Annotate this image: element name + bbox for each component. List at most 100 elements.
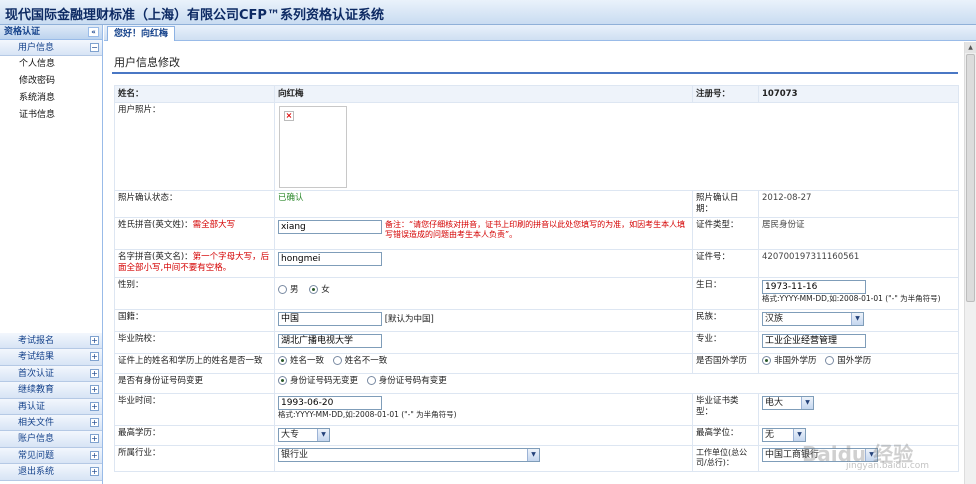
given-name-input[interactable]: hongmei xyxy=(278,252,382,266)
sidebar-item-system-messages[interactable]: 系统消息 xyxy=(0,90,102,107)
id-change-label: 是否有身份证号码变更 xyxy=(114,373,275,394)
sidebar-group-logout[interactable]: 退出系统 + xyxy=(0,464,102,481)
gender-cell: 男 女 xyxy=(274,277,693,310)
surname-note: 备注：“请您仔细核对拼音，证书上印刷的拼音以此处您填写的为准，如因考生本人填写错… xyxy=(385,220,686,239)
form-row-graduation: 毕业时间： 1993-06-20 格式:YYYY-MM-DD,如:2008-01… xyxy=(114,393,959,426)
major-input[interactable]: 工业企业经营管理 xyxy=(762,334,866,348)
abroad-cell: 非国外学历 国外学历 xyxy=(758,353,959,374)
graduation-input[interactable]: 1993-06-20 xyxy=(278,396,382,410)
gender-male-label: 男 xyxy=(290,285,299,295)
photo-label: 用户照片： xyxy=(114,102,275,191)
nationality-input[interactable]: 中国 xyxy=(278,312,382,326)
birthday-input[interactable]: 1973-11-16 xyxy=(762,280,866,294)
plus-icon[interactable]: + xyxy=(90,417,99,427)
form-row-id-change: 是否有身份证号码变更 身份证号码无变更 身份证号码有变更 xyxy=(114,373,959,394)
surname-cell: xiang 备注：“请您仔细核对拼音，证书上印刷的拼音以此处您填写的为准，如因考… xyxy=(274,217,693,250)
plus-icon[interactable]: + xyxy=(90,434,99,444)
graduation-label: 毕业时间： xyxy=(114,393,275,426)
form-row-school: 毕业院校： 湖北广播电视大学 专业： 工业企业经营管理 xyxy=(114,331,959,354)
photo-date-label: 照片确认日期： xyxy=(692,190,759,218)
photo-cell: × xyxy=(274,102,959,191)
sidebar-title-text: 资格认证 xyxy=(4,27,41,37)
minus-icon[interactable]: − xyxy=(90,43,99,52)
id-change-yes-label: 身份证号码有变更 xyxy=(378,376,447,386)
plus-icon[interactable]: + xyxy=(90,385,99,395)
surname-label-cell: 姓氏拼音(英文姓)：需全部大写 xyxy=(114,217,275,250)
id-type-label: 证件类型： xyxy=(692,217,759,250)
sidebar-group-recertification[interactable]: 再认证 + xyxy=(0,398,102,415)
scroll-up-icon[interactable]: ▲ xyxy=(965,42,976,53)
industry-select[interactable]: 银行业 ▼ xyxy=(278,448,540,462)
collapse-icon[interactable]: « xyxy=(88,27,99,37)
id-number-label: 证件号： xyxy=(692,249,759,278)
sidebar-item-personal-info[interactable]: 个人信息 xyxy=(0,56,102,73)
plus-icon[interactable]: + xyxy=(90,368,99,378)
tab-welcome[interactable]: 您好！向红梅 xyxy=(107,26,176,41)
form-row-photo: 用户照片： × xyxy=(114,102,959,191)
gender-female-radio[interactable] xyxy=(309,285,319,294)
given-label: 名字拼音(英文名)： xyxy=(118,252,193,262)
form-row-name: 姓名： 向红梅 注册号： 107073 xyxy=(114,85,959,103)
sidebar-group-exam-registration[interactable]: 考试报名 + xyxy=(0,333,102,350)
degree-label: 最高学位： xyxy=(692,425,759,446)
plus-icon[interactable]: + xyxy=(90,401,99,411)
id-number-value: 420700197311160561 xyxy=(758,249,959,278)
birthday-format-hint: 格式:YYYY-MM-DD,如:2008-01-01 ("-" 为半角符号) xyxy=(762,294,941,303)
consistency-yes-radio[interactable] xyxy=(278,356,287,365)
gender-male-radio[interactable] xyxy=(278,285,287,294)
industry-value: 银行业 xyxy=(281,450,309,460)
id-type-value: 居民身份证 xyxy=(758,217,959,250)
ethnicity-select[interactable]: 汉族 ▼ xyxy=(762,312,864,326)
abroad-label: 是否国外学历 xyxy=(692,353,759,374)
plus-icon[interactable]: + xyxy=(90,467,99,477)
surname-input[interactable]: xiang xyxy=(278,220,382,234)
vertical-scrollbar[interactable]: ▲ xyxy=(964,42,976,484)
sidebar-group-related-documents[interactable]: 相关文件 + xyxy=(0,414,102,432)
abroad-no-radio[interactable] xyxy=(762,356,771,365)
degree-select[interactable]: 无 ▼ xyxy=(762,428,806,442)
consistency-label: 证件上的姓名和学历上的姓名是否一致 xyxy=(114,353,275,374)
sidebar-item-change-password[interactable]: 修改密码 xyxy=(0,73,102,90)
birthday-cell: 1973-11-16 格式:YYYY-MM-DD,如:2008-01-01 ("… xyxy=(758,277,959,310)
page-title: 用户信息修改 xyxy=(114,56,180,69)
registration-label: 注册号： xyxy=(692,85,759,103)
user-info-form: 姓名： 向红梅 注册号： 107073 用户照片： × 照片确认状态： 已确认 … xyxy=(114,85,959,472)
sidebar-group-label: 再认证 xyxy=(18,401,46,412)
employer-label: 工作单位(总公司/总行)： xyxy=(692,445,759,472)
plus-icon[interactable]: + xyxy=(90,352,99,362)
sidebar-item-certificate-info[interactable]: 证书信息 xyxy=(0,107,102,124)
ethnicity-value: 汉族 xyxy=(765,314,784,324)
form-row-gender: 性别： 男 女 生日： 1973-11-16 格式:YYYY-MM-DD,如:2… xyxy=(114,277,959,310)
id-change-no-radio[interactable] xyxy=(278,376,287,385)
sidebar-group-initial-certification[interactable]: 首次认证 + xyxy=(0,365,102,383)
photo-status-label: 照片确认状态： xyxy=(114,190,275,218)
name-value: 向红梅 xyxy=(274,85,693,103)
school-input[interactable]: 湖北广播电视大学 xyxy=(278,334,382,348)
sidebar-group-continuing-education[interactable]: 继续教育 + xyxy=(0,382,102,399)
abroad-yes-radio[interactable] xyxy=(825,356,835,365)
consistency-no-radio[interactable] xyxy=(332,356,342,365)
ethnicity-cell: 汉族 ▼ xyxy=(758,309,959,332)
cert-type-cell: 电大 ▼ xyxy=(758,393,959,426)
cert-type-label: 毕业证书类型： xyxy=(692,393,759,426)
ethnicity-label: 民族： xyxy=(692,309,759,332)
cert-type-value: 电大 xyxy=(765,398,784,408)
scrollbar-thumb[interactable] xyxy=(966,54,975,302)
nationality-label: 国籍： xyxy=(114,309,275,332)
sidebar-group-faq[interactable]: 常见问题 + xyxy=(0,447,102,465)
cert-type-select[interactable]: 电大 ▼ xyxy=(762,396,814,410)
consistency-cell: 姓名一致 姓名不一致 xyxy=(274,353,693,374)
education-select[interactable]: 大专 ▼ xyxy=(278,428,330,442)
id-change-yes-radio[interactable] xyxy=(366,376,376,385)
sidebar-group-account-info[interactable]: 账户信息 + xyxy=(0,431,102,448)
photo-date-value: 2012-08-27 xyxy=(758,190,959,218)
plus-icon[interactable]: + xyxy=(90,450,99,460)
plus-icon[interactable]: + xyxy=(90,336,99,345)
education-label: 最高学历： xyxy=(114,425,275,446)
surname-label: 姓氏拼音(英文姓)： xyxy=(118,220,193,230)
birthday-label: 生日： xyxy=(692,277,759,310)
sidebar-group-user-info[interactable]: 用户信息 − xyxy=(0,40,102,56)
sidebar-group-exam-results[interactable]: 考试结果 + xyxy=(0,349,102,366)
main-panel: 用户信息修改 姓名： 向红梅 注册号： 107073 用户照片： × 照片确认状… xyxy=(104,42,964,484)
sidebar-group-label: 用户信息 xyxy=(18,43,55,53)
